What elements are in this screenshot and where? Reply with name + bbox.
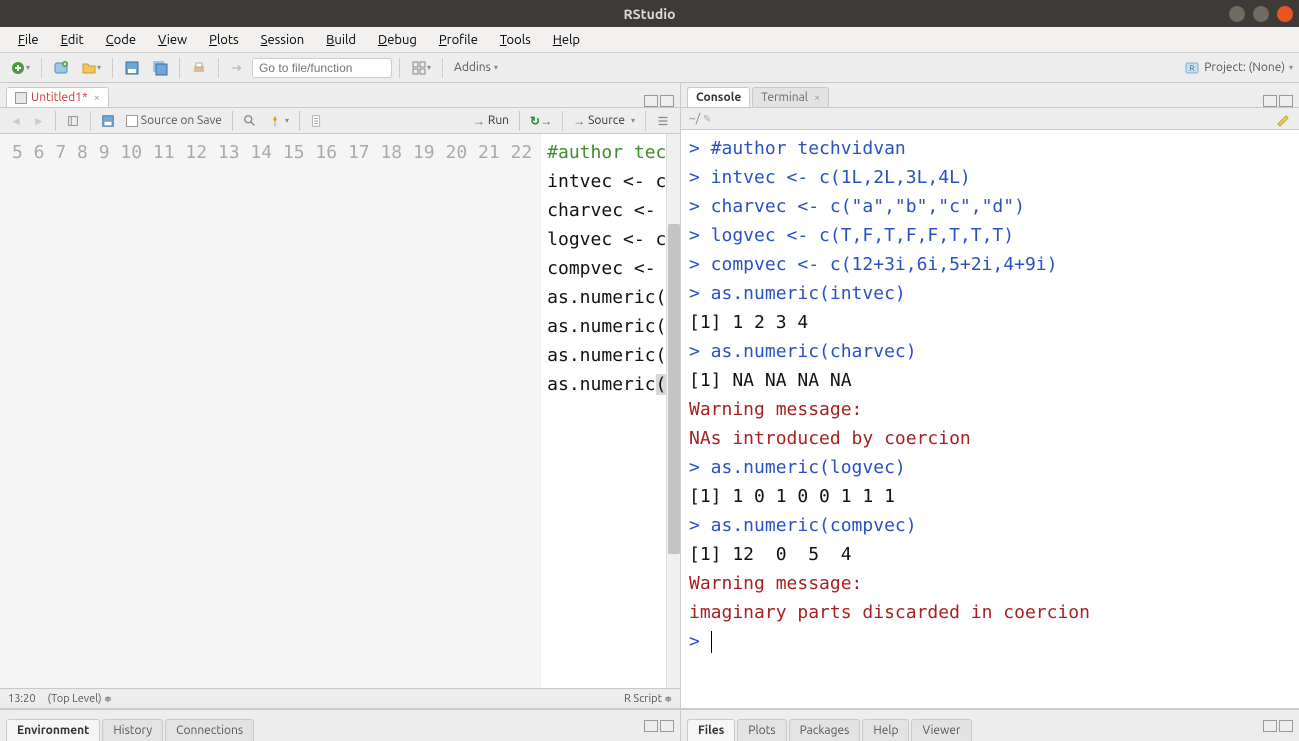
window-controls xyxy=(1229,6,1293,22)
print-button[interactable] xyxy=(187,58,211,78)
console-tabs: Console Terminal × xyxy=(681,83,1299,108)
menu-tools[interactable]: Tools xyxy=(490,30,541,50)
tab-viewer[interactable]: Viewer xyxy=(911,719,971,741)
scrollbar[interactable] xyxy=(666,134,680,688)
clear-console-button[interactable] xyxy=(1275,111,1291,127)
titlebar: RStudio xyxy=(0,0,1299,27)
menu-view[interactable]: View xyxy=(148,30,197,50)
main-toolbar: ▾ ▾ ▾ Addins ▾ R Project: (None) ▾ xyxy=(0,53,1299,83)
forward-button[interactable]: ► xyxy=(29,112,49,130)
new-file-button[interactable]: ▾ xyxy=(6,58,34,78)
save-all-button[interactable] xyxy=(148,58,172,78)
addins-button[interactable]: Addins ▾ xyxy=(450,59,502,76)
goto-file-input[interactable] xyxy=(252,58,392,78)
tab-label: Untitled1* xyxy=(31,91,88,104)
line-gutter: 5 6 7 8 9 10 11 12 13 14 15 16 17 18 19 … xyxy=(0,134,541,688)
tab-packages[interactable]: Packages xyxy=(789,719,861,741)
pane-maximize-button[interactable] xyxy=(1279,95,1293,107)
menu-session[interactable]: Session xyxy=(251,30,314,50)
pane-minimize-button[interactable] xyxy=(1263,720,1277,732)
close-button[interactable] xyxy=(1277,6,1293,22)
environment-pane-tabs: Environment History Connections xyxy=(0,709,680,741)
grid-button[interactable]: ▾ xyxy=(407,58,435,78)
run-button[interactable]: →Run xyxy=(469,112,513,130)
open-file-button[interactable]: ▾ xyxy=(77,58,105,78)
outline-button[interactable] xyxy=(652,112,674,130)
scrollbar-thumb[interactable] xyxy=(668,224,680,554)
panes: Untitled1* × ◄ ► xyxy=(0,83,1299,741)
document-icon xyxy=(15,92,27,104)
goto-button[interactable] xyxy=(226,59,248,77)
tab-files[interactable]: Files xyxy=(687,719,735,741)
rerun-button[interactable]: ↻→ xyxy=(526,112,556,130)
source-pane: Untitled1* × ◄ ► xyxy=(0,83,680,709)
tab-history[interactable]: History xyxy=(102,719,163,741)
menu-edit[interactable]: Edit xyxy=(51,30,94,50)
pane-minimize-button[interactable] xyxy=(644,95,658,107)
scope-indicator[interactable]: (Top Level) ≑ xyxy=(48,693,112,705)
code-tools-button[interactable]: ▾ xyxy=(264,112,293,130)
back-button[interactable]: ◄ xyxy=(6,112,26,130)
maximize-button[interactable] xyxy=(1253,6,1269,22)
menu-debug[interactable]: Debug xyxy=(368,30,427,50)
tab-terminal[interactable]: Terminal × xyxy=(752,87,829,107)
menu-plots[interactable]: Plots xyxy=(199,30,249,50)
right-column: Console Terminal × ~/ ✎ > #au xyxy=(681,83,1299,741)
menu-build[interactable]: Build xyxy=(316,30,366,50)
pane-maximize-button[interactable] xyxy=(660,720,674,732)
console-output[interactable]: > #author techvidvan> intvec <- c(1L,2L,… xyxy=(681,130,1299,708)
source-tab-untitled1[interactable]: Untitled1* × xyxy=(6,87,109,107)
svg-text:R: R xyxy=(1190,64,1195,73)
minimize-button[interactable] xyxy=(1229,6,1245,22)
close-tab-icon[interactable]: × xyxy=(814,92,820,104)
pane-minimize-button[interactable] xyxy=(1263,95,1277,107)
show-in-new-window-button[interactable] xyxy=(62,112,84,130)
compile-report-button[interactable] xyxy=(306,112,328,130)
menubar: File Edit Code View Plots Session Build … xyxy=(0,27,1299,53)
menu-file[interactable]: File xyxy=(8,30,49,50)
pane-maximize-button[interactable] xyxy=(660,95,674,107)
save-source-button[interactable] xyxy=(97,112,119,130)
save-button[interactable] xyxy=(120,58,144,78)
console-pane: Console Terminal × ~/ ✎ > #au xyxy=(681,83,1299,709)
tab-console[interactable]: Console xyxy=(687,87,750,107)
console-toolbar: ~/ ✎ xyxy=(681,108,1299,130)
tab-environment[interactable]: Environment xyxy=(6,719,100,741)
source-on-save-checkbox[interactable]: Source on Save xyxy=(122,112,226,129)
find-button[interactable] xyxy=(239,112,261,130)
files-pane-tabs: Files Plots Packages Help Viewer xyxy=(681,709,1299,741)
dropdown-caret-icon: ▾ xyxy=(26,63,30,72)
tab-help[interactable]: Help xyxy=(862,719,909,741)
left-column: Untitled1* × ◄ ► xyxy=(0,83,681,741)
editor-toolbar: ◄ ► Source on Save xyxy=(0,108,680,134)
new-project-button[interactable] xyxy=(49,58,73,78)
project-button[interactable]: R Project: (None) ▾ xyxy=(1184,60,1293,76)
dropdown-caret-icon: ▾ xyxy=(97,63,101,72)
tab-connections[interactable]: Connections xyxy=(165,719,254,741)
working-directory[interactable]: ~/ ✎ xyxy=(689,112,711,125)
language-indicator[interactable]: R Script ≑ xyxy=(624,693,672,705)
menu-help[interactable]: Help xyxy=(543,30,590,50)
source-button[interactable]: →Source ▾ xyxy=(569,112,639,130)
source-tabs: Untitled1* × xyxy=(0,83,680,108)
menu-code[interactable]: Code xyxy=(96,30,146,50)
code-area[interactable]: #author techvidvanintvec <- c(1L,2L,3L,4… xyxy=(541,134,666,688)
editor-body: 5 6 7 8 9 10 11 12 13 14 15 16 17 18 19 … xyxy=(0,134,680,688)
tab-plots[interactable]: Plots xyxy=(737,719,786,741)
cursor-position: 13:20 xyxy=(8,693,36,705)
pane-maximize-button[interactable] xyxy=(1279,720,1293,732)
window-title: RStudio xyxy=(623,6,675,22)
close-tab-icon[interactable]: × xyxy=(94,92,100,104)
pane-minimize-button[interactable] xyxy=(644,720,658,732)
menu-profile[interactable]: Profile xyxy=(429,30,488,50)
editor-status-bar: 13:20 (Top Level) ≑ R Script ≑ xyxy=(0,688,680,708)
